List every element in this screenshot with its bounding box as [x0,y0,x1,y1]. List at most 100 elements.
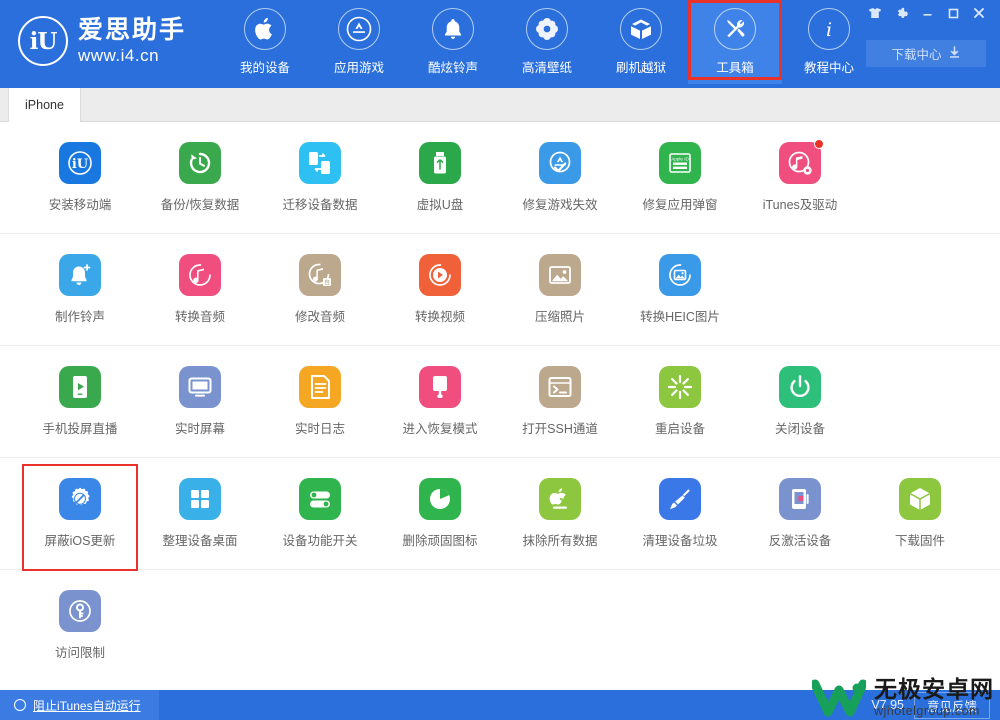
tool-label: 手机投屏直播 [42,422,118,436]
download-icon [948,45,961,62]
usb-drive-icon [419,142,461,184]
flower-icon [526,8,569,50]
tool-row: 手机投屏直播 实时屏幕 实时日志 进入恢复模式 打开SSH通道 重启设备 关闭设… [0,346,1000,458]
power-off-icon [779,366,821,408]
tool-realtime-screen[interactable]: 实时屏幕 [140,360,260,457]
feedback-button[interactable]: 意见反馈 [913,691,990,719]
nav-label: 应用游戏 [334,61,385,75]
tool-label: 转换音频 [174,310,225,324]
toggle-switch-icon [299,478,341,520]
svg-text:自: 自 [324,278,330,286]
tool-restart-device[interactable]: 重启设备 [620,360,740,457]
tab-label: iPhone [25,98,64,112]
tool-label: 屏蔽iOS更新 [44,534,116,548]
tool-virtual-usb[interactable]: 虚拟U盘 [380,136,500,233]
tool-deactivate-device[interactable]: 反激活设备 [740,472,860,569]
tool-convert-audio[interactable]: 转换音频 [140,248,260,345]
tab-iphone[interactable]: iPhone [8,87,81,122]
tool-organize-desktop[interactable]: 整理设备桌面 [140,472,260,569]
tool-download-firmware[interactable]: 下载固件 [860,472,980,569]
device-tabstrip: iPhone [0,87,1000,122]
tools-icon [714,8,757,50]
tool-label: 清理设备垃圾 [642,534,718,548]
pie-delete-icon [419,478,461,520]
gear-icon[interactable] [890,4,912,22]
maximize-icon[interactable] [942,4,964,22]
close-icon[interactable] [968,4,990,22]
tool-label: 关闭设备 [774,422,825,436]
monitor-icon [179,366,221,408]
apple-icon [244,8,287,50]
tool-convert-heic[interactable]: 转换HEIC图片 [620,248,740,345]
nav-item-ringtones[interactable]: 酷炫铃声 [406,0,500,84]
tool-power-off-device[interactable]: 关闭设备 [740,360,860,457]
brand-text: 爱思助手 www.i4.cn [78,18,186,65]
tool-screen-cast-live[interactable]: 手机投屏直播 [20,360,140,457]
radio-icon [14,699,26,711]
tool-edit-audio[interactable]: 自 修改音频 [260,248,380,345]
tool-migrate-device-data[interactable]: 迁移设备数据 [260,136,380,233]
tool-label: iTunes及驱动 [762,198,838,212]
info-icon: i [808,8,851,50]
video-convert-icon [419,254,461,296]
tool-realtime-log[interactable]: 实时日志 [260,360,380,457]
nav-item-app-games[interactable]: 应用游戏 [312,0,406,84]
nav-label: 刷机越狱 [616,61,667,75]
tool-erase-all-data[interactable]: 抹除所有数据 [500,472,620,569]
recovery-mode-icon [419,366,461,408]
tool-clean-device-junk[interactable]: 清理设备垃圾 [620,472,740,569]
tool-label: 修复应用弹窗 [642,198,718,212]
tool-label: 反激活设备 [768,534,832,548]
tool-label: 制作铃声 [54,310,105,324]
tool-compress-photo[interactable]: 压缩照片 [500,248,620,345]
nav-item-tutorials[interactable]: i 教程中心 [782,0,876,84]
audio-convert-icon [179,254,221,296]
tool-label: 安装移动端 [48,198,112,212]
tool-row: 访问限制 [0,570,1000,673]
version-label: V7.95 [871,698,904,712]
tool-device-feature-switch[interactable]: 设备功能开关 [260,472,380,569]
tool-label: 设备功能开关 [282,534,358,548]
download-center-button[interactable]: 下载中心 [866,40,986,67]
nav-item-my-device[interactable]: 我的设备 [218,0,312,84]
nav-label: 酷炫铃声 [428,61,479,75]
nav-item-wallpapers[interactable]: 高清壁纸 [500,0,594,84]
tool-access-restriction[interactable]: 访问限制 [20,584,140,673]
tool-row: iU 安装移动端 备份/恢复数据 迁移设备数据 虚拟U盘 修复游戏失效 Appl… [0,122,1000,234]
block-itunes-autorun-toggle[interactable]: 阻止iTunes自动运行 [0,690,159,720]
download-center-label: 下载中心 [891,48,942,62]
tool-label: 重启设备 [654,422,705,436]
tool-label: 整理设备桌面 [162,534,238,548]
block-update-icon [59,478,101,520]
tool-convert-video[interactable]: 转换视频 [380,248,500,345]
tool-enter-recovery-mode[interactable]: 进入恢复模式 [380,360,500,457]
tool-label: 实时日志 [294,422,345,436]
tool-row: 制作铃声 转换音频 自 修改音频 转换视频 压缩照片 转换HEIC图片 [0,234,1000,346]
tool-fix-game-failure[interactable]: 修复游戏失效 [500,136,620,233]
tool-label: 抹除所有数据 [522,534,598,548]
tool-delete-stubborn-icons[interactable]: 删除顽固图标 [380,472,500,569]
minimize-icon[interactable] [916,4,938,22]
tool-block-ios-update[interactable]: 屏蔽iOS更新 [20,464,140,571]
i4-logo-icon: iU [18,16,68,66]
appstore-fix-icon [539,142,581,184]
skin-icon[interactable] [864,4,886,22]
itunes-driver-icon [779,139,824,184]
tool-empty-slot [740,248,860,345]
tool-fix-app-popup[interactable]: Apple ID 修复应用弹窗 [620,136,740,233]
tool-label: 下载固件 [894,534,945,548]
erase-apple-icon [539,478,581,520]
screen-cast-icon [59,366,101,408]
i4-app-icon: iU [59,142,101,184]
tool-install-mobile-client[interactable]: iU 安装移动端 [20,136,140,233]
appstore-icon [338,8,381,50]
tool-itunes-driver[interactable]: iTunes及驱动 [740,136,860,233]
tool-label: 压缩照片 [534,310,585,324]
tool-label: 实时屏幕 [174,422,225,436]
nav-item-toolbox[interactable]: 工具箱 [688,0,783,84]
nav-item-flash-jailbreak[interactable]: 刷机越狱 [594,0,688,84]
apple-id-icon: Apple ID [659,142,701,184]
tool-open-ssh-tunnel[interactable]: 打开SSH通道 [500,360,620,457]
tool-backup-restore[interactable]: 备份/恢复数据 [140,136,260,233]
tool-make-ringtone[interactable]: 制作铃声 [20,248,140,345]
